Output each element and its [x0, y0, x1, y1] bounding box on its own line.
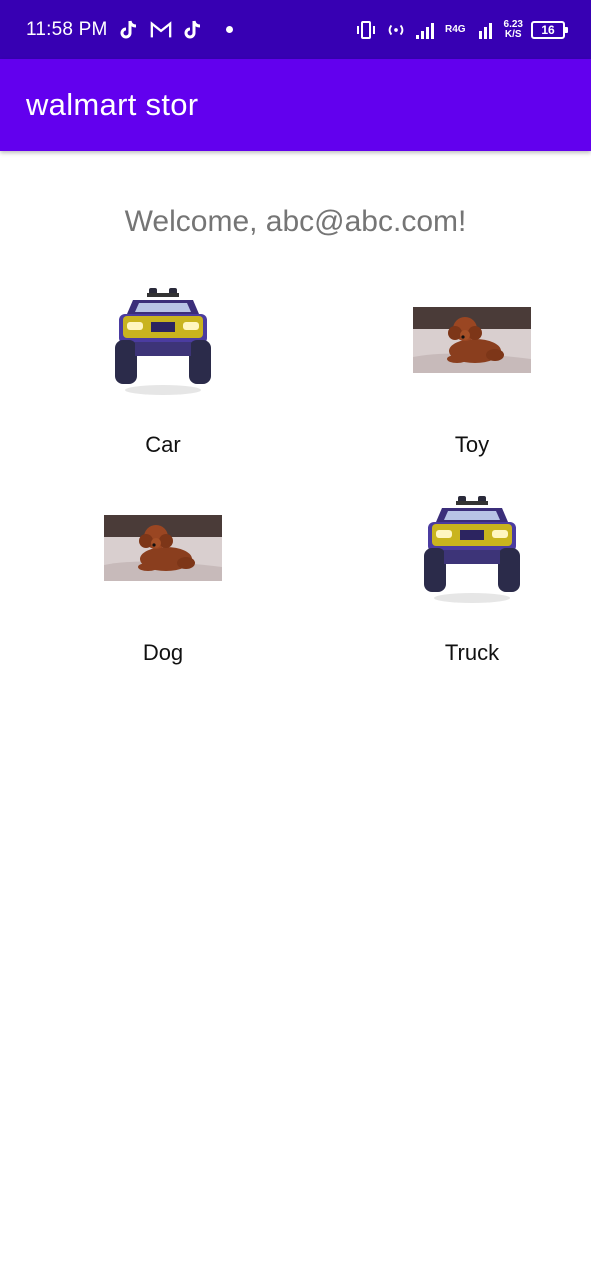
product-label: Truck [444, 640, 500, 665]
battery-icon: 16 [531, 20, 568, 39]
product-item-car[interactable]: Car [43, 280, 283, 458]
network-type: R4G [444, 23, 466, 35]
product-item-dog[interactable]: Dog [43, 488, 283, 666]
toy-car-image [424, 496, 520, 603]
battery-level: 16 [541, 22, 555, 37]
speed-unit: K/S [504, 28, 522, 40]
dog-image [104, 515, 222, 581]
app-title: walmart stor [26, 87, 199, 122]
product-thumbnail[interactable] [43, 280, 283, 400]
welcome-message: Welcome, abc@abc.com! [124, 205, 467, 238]
status-bar: 11:58 PM R4G 6.23 K/S 16 [0, 0, 591, 59]
toy-car-image [115, 288, 211, 395]
signal-icon [415, 19, 437, 41]
product-thumbnail[interactable] [352, 488, 591, 608]
hotspot-icon [385, 19, 407, 41]
product-item-truck[interactable]: Truck [352, 488, 591, 666]
product-label: Dog [142, 640, 184, 665]
tiktok-icon [182, 19, 204, 41]
product-label: Toy [454, 432, 490, 457]
vibrate-icon [355, 19, 377, 41]
tiktok-icon [118, 19, 140, 41]
dog-image [413, 307, 531, 373]
app-bar: walmart stor [0, 59, 591, 151]
product-label: Car [145, 432, 181, 457]
status-left: 11:58 PM [26, 19, 233, 41]
notification-dot-icon [225, 26, 233, 33]
product-item-toy[interactable]: Toy [352, 280, 591, 458]
product-thumbnail[interactable] [43, 488, 283, 608]
product-thumbnail[interactable] [352, 280, 591, 400]
status-right: R4G 6.23 K/S 16 [355, 19, 568, 41]
gmail-icon [150, 19, 172, 41]
signal-icon [474, 19, 496, 41]
clock: 11:58 PM [26, 18, 108, 40]
network-speed: 6.23 K/S [504, 19, 523, 40]
